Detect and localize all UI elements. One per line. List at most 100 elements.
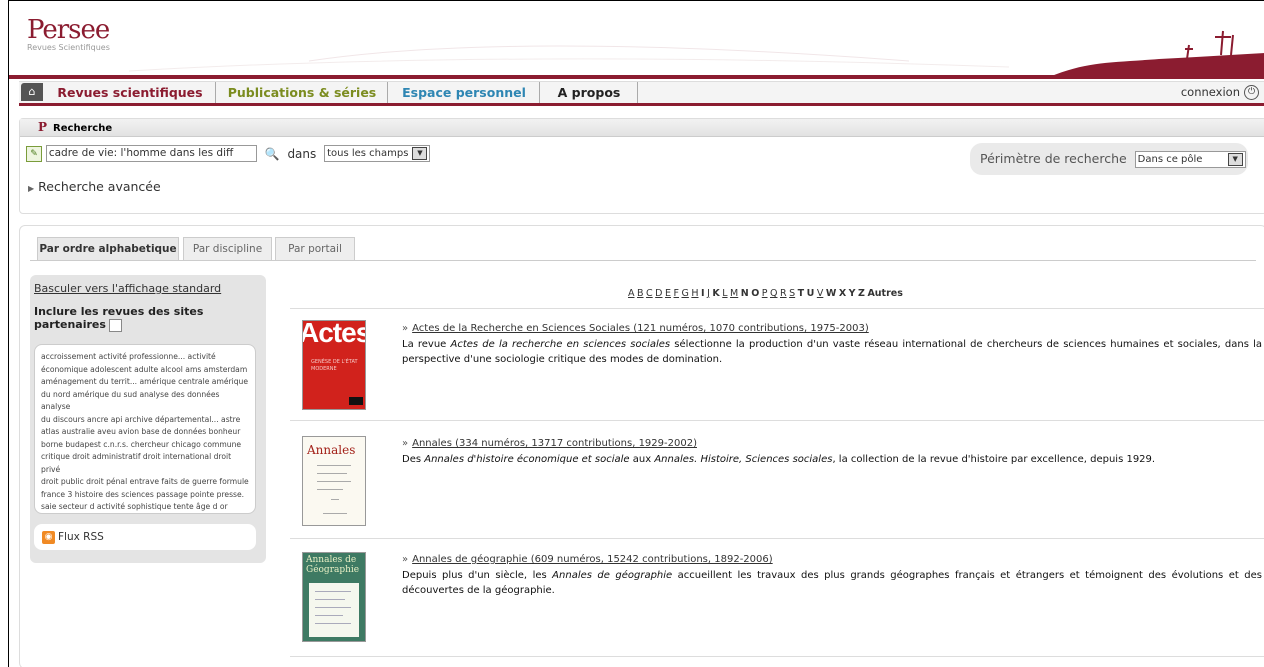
letter-autres: Autres xyxy=(867,288,903,299)
letter-g[interactable]: G xyxy=(681,288,688,299)
search-panel: P Recherche ✎ cadre de vie: l'homme dans … xyxy=(19,118,1264,214)
letter-m[interactable]: M xyxy=(730,288,738,299)
sidebar: Basculer vers l'affichage standard Inclu… xyxy=(30,275,266,563)
alphabet-index: A B C D E F G H I J K L M N O P Q R S T U V W X Y Z Autres xyxy=(628,288,905,299)
letter-c[interactable]: C xyxy=(646,288,653,299)
journal-cover[interactable]: Actes GENÈSE DE L'ÉTAT MODERNE xyxy=(302,320,366,410)
triangle-right-icon: ▶ xyxy=(28,184,35,193)
cover-line xyxy=(315,615,343,616)
tag-cloud-line[interactable]: accroissement activité professionne... a… xyxy=(41,351,249,364)
field-select[interactable]: tous les champs ▼ xyxy=(324,145,431,162)
tag-cloud-line[interactable]: économique adolescent adulte alcool ams … xyxy=(41,364,249,377)
tab-divider xyxy=(30,260,1256,261)
tag-cloud-line[interactable]: droit public droit pénal entrave faits d… xyxy=(41,476,249,489)
journal-title: » Annales (334 numéros, 13717 contributio… xyxy=(402,438,697,449)
dans-label: dans xyxy=(287,146,317,161)
connexion-label: connexion xyxy=(1180,85,1240,99)
tag-cloud: accroissement activité professionne... a… xyxy=(34,344,256,514)
separator xyxy=(290,656,1264,657)
quote-icon: » xyxy=(402,323,409,334)
letter-p[interactable]: P xyxy=(762,288,768,299)
include-partners-checkbox[interactable] xyxy=(108,318,122,332)
search-input[interactable]: cadre de vie: l'homme dans les diff xyxy=(45,145,257,162)
tag-cloud-line[interactable]: france 3 histoire des sciences passage p… xyxy=(41,489,249,502)
perimetre-select[interactable]: Dans ce pôle ▼ xyxy=(1134,151,1246,168)
advanced-search-link[interactable]: ▶ Recherche avancée xyxy=(28,179,161,194)
connexion-link[interactable]: connexion ⏻ xyxy=(1181,82,1259,103)
cover-line xyxy=(317,489,343,490)
persee-p-icon: P xyxy=(38,120,48,134)
letter-y: Y xyxy=(848,288,856,299)
cover-line xyxy=(317,481,351,482)
include-partners: Inclure les revues des sites partenaires xyxy=(34,305,266,332)
form-icon[interactable]: ✎ xyxy=(26,145,42,162)
tab-discipline[interactable]: Par discipline xyxy=(183,237,272,260)
journal-link[interactable]: Actes de la Recherche en Sciences Social… xyxy=(412,323,869,334)
logo-subtitle: Revues Scientifiques xyxy=(27,43,110,52)
cover-mark xyxy=(349,397,363,405)
journal-link[interactable]: Annales de géographie (609 numéros, 1524… xyxy=(412,554,773,565)
letter-h[interactable]: H xyxy=(691,288,698,299)
letter-l[interactable]: L xyxy=(722,288,727,299)
cover-title: Actes xyxy=(302,320,365,348)
search-header: P Recherche xyxy=(20,119,1264,137)
nav-revues-scientifiques[interactable]: Revues scientifiques xyxy=(45,82,216,103)
quote-icon: » xyxy=(402,554,409,565)
nav-espace-personnel[interactable]: Espace personnel xyxy=(389,82,540,103)
journal-entry: Actes GENÈSE DE L'ÉTAT MODERNE »Actes de… xyxy=(290,308,1264,420)
journal-entry: Annales de Géographie » Annales de géogra… xyxy=(290,538,1264,656)
journal-description: Depuis plus d'un siècle, les Annales de … xyxy=(402,570,1262,596)
letter-v[interactable]: V xyxy=(817,288,824,299)
journal-title: » Annales de géographie (609 numéros, 152… xyxy=(402,554,773,565)
letter-j[interactable]: J xyxy=(707,288,710,299)
site-header: Persee Revues Scientifiques xyxy=(9,1,1264,79)
search-title: Recherche xyxy=(53,123,113,134)
cover-subtitle: GENÈSE DE L'ÉTAT MODERNE xyxy=(311,359,358,372)
main-nav: ⌂ Revues scientifiques Publications & sé… xyxy=(19,81,1264,106)
perimetre-select-value: Dans ce pôle xyxy=(1137,154,1203,165)
tag-cloud-line[interactable]: du discours ancre api archive départemen… xyxy=(41,414,249,427)
letter-e[interactable]: E xyxy=(665,288,671,299)
tab-portail[interactable]: Par portail xyxy=(275,237,355,260)
switch-display-link[interactable]: Basculer vers l'affichage standard xyxy=(34,282,221,295)
persee-logo[interactable]: Persee Revues Scientifiques xyxy=(27,15,110,52)
tag-cloud-line[interactable]: du nord amérique du sud analyse des donn… xyxy=(41,389,249,414)
tag-cloud-line[interactable]: aménagement du territ... amérique centra… xyxy=(41,376,249,389)
search-icon[interactable]: 🔍 xyxy=(265,147,280,161)
journal-description: Des Annales d'histoire économique et soc… xyxy=(402,454,1156,465)
letter-d[interactable]: D xyxy=(655,288,662,299)
letter-f[interactable]: F xyxy=(674,288,679,299)
nav-publications-series[interactable]: Publications & séries xyxy=(217,82,388,103)
nav-a-propos[interactable]: A propos xyxy=(541,82,638,103)
tag-cloud-line[interactable]: saie secteur d activité sophistique tent… xyxy=(41,501,249,514)
field-select-value: tous les champs xyxy=(327,148,409,159)
rss-link[interactable]: ◉ Flux RSS xyxy=(34,524,256,550)
tab-alphabetique[interactable]: Par ordre alphabetique xyxy=(37,237,179,261)
cover-line xyxy=(317,465,351,466)
rss-label: Flux RSS xyxy=(58,531,104,543)
tag-cloud-line[interactable]: critique droit administratif droit inter… xyxy=(41,451,249,476)
perimetre-label: Périmètre de recherche xyxy=(980,151,1127,166)
letter-o: O xyxy=(751,288,760,299)
letter-i: I xyxy=(701,288,705,299)
letter-a[interactable]: A xyxy=(628,288,635,299)
cover-paper xyxy=(309,583,359,637)
letter-r[interactable]: R xyxy=(780,288,787,299)
cover-line xyxy=(315,607,351,608)
letter-q[interactable]: Q xyxy=(770,288,777,299)
quote-icon: » xyxy=(402,438,409,449)
letter-t: T xyxy=(797,288,805,299)
cover-title: Annales xyxy=(307,443,356,457)
cover-line xyxy=(317,473,347,474)
journal-cover[interactable]: Annales xyxy=(302,436,366,526)
journal-cover[interactable]: Annales de Géographie xyxy=(302,552,366,642)
header-decoration xyxy=(9,30,1264,79)
home-icon[interactable]: ⌂ xyxy=(21,83,43,101)
rss-icon: ◉ xyxy=(42,530,55,544)
letter-u: U xyxy=(806,288,815,299)
journal-link[interactable]: Annales (334 numéros, 13717 contribution… xyxy=(412,438,697,449)
letter-s[interactable]: S xyxy=(789,288,795,299)
tag-cloud-line[interactable]: borne budapest c.n.r.s. chercheur chicag… xyxy=(41,439,249,452)
tag-cloud-line[interactable]: atlas australie aveu avion base de donné… xyxy=(41,426,249,439)
letter-b[interactable]: B xyxy=(637,288,644,299)
